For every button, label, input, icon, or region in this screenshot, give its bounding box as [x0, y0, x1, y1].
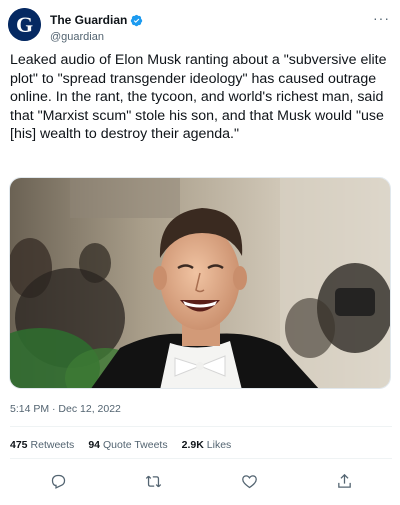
quote-tweets-stat[interactable]: 94 Quote Tweets [88, 439, 167, 451]
tweet-text: Leaked audio of Elon Musk ranting about … [10, 52, 387, 142]
divider [10, 426, 392, 427]
quote-tweets-count: 94 [88, 439, 100, 451]
share-button[interactable] [333, 470, 355, 492]
reply-button[interactable] [47, 470, 69, 492]
retweets-label: Retweets [30, 439, 75, 451]
action-bar [10, 470, 392, 492]
tweet-photo[interactable] [9, 177, 391, 389]
retweet-button[interactable] [142, 470, 164, 492]
tweet-timestamp[interactable]: 5:14 PM · Dec 12, 2022 [10, 403, 121, 415]
photo-man-in-tuxedo-laughing [10, 178, 390, 388]
author-display-name-row[interactable]: The Guardian [50, 13, 143, 27]
avatar[interactable]: G [8, 8, 41, 41]
tweet-header: G The Guardian @guardian ··· [8, 8, 392, 44]
likes-count: 2.9K [181, 439, 204, 451]
divider [10, 458, 392, 459]
share-icon [337, 473, 351, 488]
retweet-icon [145, 475, 161, 487]
verified-badge-icon [131, 14, 143, 26]
likes-label: Likes [206, 439, 232, 451]
more-options-icon[interactable]: ··· [373, 10, 390, 26]
author-display-name[interactable]: The Guardian [50, 13, 127, 27]
guardian-logo-icon: G [8, 8, 41, 41]
author-names: The Guardian @guardian [50, 11, 143, 44]
likes-stat[interactable]: 2.9K Likes [182, 439, 232, 451]
reply-icon [51, 474, 65, 489]
like-button[interactable] [238, 470, 260, 492]
retweets-count: 475 [10, 439, 28, 451]
like-icon [241, 474, 257, 488]
retweets-stat[interactable]: 475 Retweets [10, 439, 74, 451]
engagement-stats: 475 Retweets 94 Quote Tweets 2.9K Likes [10, 439, 231, 451]
quote-tweets-label: Quote Tweets [103, 439, 168, 451]
avatar-letter: G [16, 12, 33, 37]
author-handle[interactable]: @guardian [50, 30, 143, 44]
